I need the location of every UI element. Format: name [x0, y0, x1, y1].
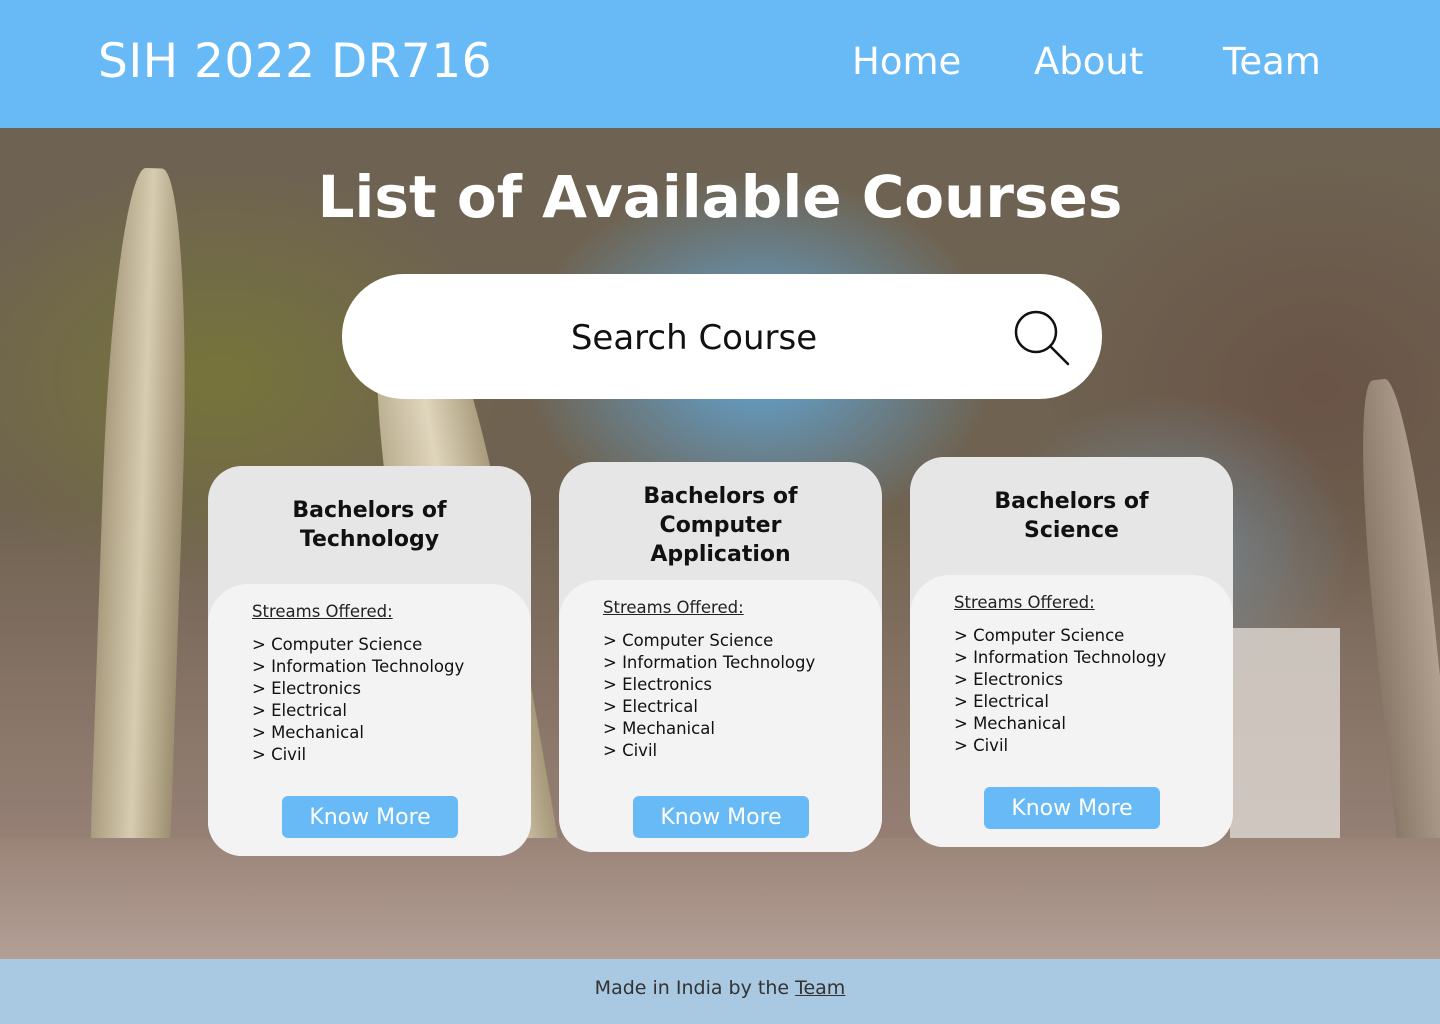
course-title-line: Application	[650, 542, 791, 567]
stream-item: > Computer Science	[252, 635, 423, 654]
streams-list: > Computer Science > Information Technol…	[603, 630, 815, 762]
stream-item: > Electronics	[603, 675, 712, 694]
course-title-line: Bachelors of	[292, 498, 447, 523]
stream-item: > Mechanical	[603, 719, 715, 738]
stream-item: > Mechanical	[252, 723, 364, 742]
nav-about-link[interactable]: About	[1034, 40, 1143, 83]
stream-item: > Electrical	[603, 697, 698, 716]
site-brand[interactable]: SIH 2022 DR716	[98, 34, 492, 89]
stream-item: > Electronics	[252, 679, 361, 698]
stream-item: > Civil	[603, 741, 658, 760]
course-title: Bachelors of Technology	[208, 496, 531, 554]
course-title-line: Bachelors of	[643, 484, 798, 509]
page-title: List of Available Courses	[317, 163, 1123, 231]
stream-item: > Information Technology	[252, 657, 465, 676]
course-title: Bachelors of Computer Application	[559, 482, 882, 569]
course-title-line: Science	[1024, 518, 1119, 543]
streams-list: > Computer Science > Information Technol…	[252, 634, 464, 766]
stream-item: > Information Technology	[603, 653, 816, 672]
stream-item: > Civil	[954, 736, 1009, 755]
stream-item: > Electrical	[954, 692, 1049, 711]
background-building	[1230, 628, 1340, 858]
stream-item: > Civil	[252, 745, 307, 764]
course-title-line: Computer	[659, 513, 782, 538]
nav-team-link[interactable]: Team	[1223, 40, 1321, 83]
course-card-btech: Bachelors of Technology Streams Offered:…	[208, 466, 531, 856]
course-title-line: Technology	[299, 527, 440, 552]
course-card-body: Streams Offered: > Computer Science > In…	[559, 580, 882, 852]
stream-item: > Mechanical	[954, 714, 1066, 733]
search-bar	[342, 274, 1102, 399]
stream-item: > Computer Science	[603, 631, 774, 650]
course-card-body: Streams Offered: > Computer Science > In…	[910, 575, 1233, 847]
search-input[interactable]	[382, 294, 1006, 381]
footer-text: Made in India by the	[594, 977, 796, 999]
footer-team-link[interactable]: Team	[795, 977, 845, 999]
streams-label: Streams Offered:	[603, 598, 744, 617]
stream-item: > Information Technology	[954, 648, 1167, 667]
streams-list: > Computer Science > Information Technol…	[954, 625, 1166, 757]
ground	[0, 838, 1440, 959]
stream-item: > Computer Science	[954, 626, 1125, 645]
search-icon[interactable]	[1012, 308, 1072, 368]
nav-home-link[interactable]: Home	[852, 40, 961, 83]
course-card-bca: Bachelors of Computer Application Stream…	[559, 462, 882, 852]
stream-item: > Electrical	[252, 701, 347, 720]
top-navbar: SIH 2022 DR716 Home About Team	[0, 0, 1440, 128]
stream-item: > Electronics	[954, 670, 1063, 689]
streams-label: Streams Offered:	[954, 593, 1095, 612]
course-title: Bachelors of Science	[910, 487, 1233, 545]
course-title-line: Bachelors of	[994, 489, 1149, 514]
course-card-bsc: Bachelors of Science Streams Offered: > …	[910, 457, 1233, 847]
streams-label: Streams Offered:	[252, 602, 393, 621]
course-card-body: Streams Offered: > Computer Science > In…	[208, 584, 531, 856]
footer: Made in India by the Team	[0, 959, 1440, 1024]
know-more-button[interactable]: Know More	[633, 796, 809, 838]
know-more-button[interactable]: Know More	[984, 787, 1160, 829]
know-more-button[interactable]: Know More	[282, 796, 458, 838]
